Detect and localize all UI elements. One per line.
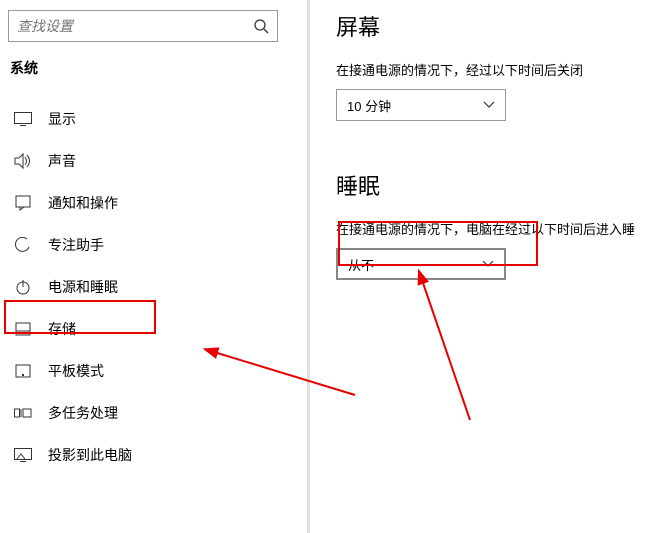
sidebar-item-display[interactable]: 显示 <box>0 98 307 140</box>
sidebar-heading: 系统 <box>10 58 38 78</box>
sleep-after-value: 从不 <box>348 255 374 274</box>
sleep-after-dropdown[interactable]: 从不 <box>336 248 506 280</box>
sidebar-item-label: 专注助手 <box>48 235 104 255</box>
notification-icon <box>12 192 34 214</box>
sidebar-item-power-sleep[interactable]: 电源和睡眠 <box>0 266 307 308</box>
nav-list: 显示 声音 通知和操作 专注助手 电源和睡眠 <box>0 98 307 476</box>
sidebar-item-tablet-mode[interactable]: 平板模式 <box>0 350 307 392</box>
chevron-down-icon <box>483 101 495 109</box>
focus-assist-icon <box>12 234 34 256</box>
tablet-icon <box>12 360 34 382</box>
search-input[interactable] <box>9 18 245 34</box>
sidebar-item-label: 显示 <box>48 109 76 129</box>
multitasking-icon <box>12 402 34 424</box>
sidebar-item-multitasking[interactable]: 多任务处理 <box>0 392 307 434</box>
chevron-down-icon <box>482 260 494 268</box>
storage-icon <box>12 318 34 340</box>
screen-off-value: 10 分钟 <box>347 96 391 115</box>
sidebar-item-storage[interactable]: 存储 <box>0 308 307 350</box>
sidebar-item-projecting[interactable]: 投影到此电脑 <box>0 434 307 476</box>
project-icon <box>12 444 34 466</box>
search-box[interactable] <box>8 10 278 42</box>
section-title-screen: 屏幕 <box>336 10 646 42</box>
search-icon <box>245 10 277 42</box>
screen-off-dropdown[interactable]: 10 分钟 <box>336 89 506 121</box>
sidebar: 系统 显示 声音 通知和操作 专注助手 <box>0 0 310 533</box>
sidebar-item-notifications[interactable]: 通知和操作 <box>0 182 307 224</box>
power-icon <box>12 276 34 298</box>
sidebar-item-label: 平板模式 <box>48 361 104 381</box>
sound-icon <box>12 150 34 172</box>
sidebar-item-label: 存储 <box>48 319 76 339</box>
section-title-sleep: 睡眠 <box>336 169 646 201</box>
sidebar-item-focus-assist[interactable]: 专注助手 <box>0 224 307 266</box>
display-icon <box>12 108 34 130</box>
sidebar-item-label: 通知和操作 <box>48 193 118 213</box>
sidebar-item-label: 声音 <box>48 151 76 171</box>
content-area: 屏幕 在接通电源的情况下，经过以下时间后关闭 10 分钟 睡眠 在接通电源的情况… <box>336 10 646 280</box>
sidebar-item-sound[interactable]: 声音 <box>0 140 307 182</box>
section-sleep: 睡眠 在接通电源的情况下，电脑在经过以下时间后进入睡 从不 <box>336 169 646 280</box>
sidebar-item-label: 电源和睡眠 <box>48 277 118 297</box>
section-screen: 屏幕 在接通电源的情况下，经过以下时间后关闭 10 分钟 <box>336 10 646 121</box>
sidebar-item-label: 多任务处理 <box>48 403 118 423</box>
sidebar-item-label: 投影到此电脑 <box>48 445 132 465</box>
screen-off-label: 在接通电源的情况下，经过以下时间后关闭 <box>336 60 646 79</box>
sleep-after-label: 在接通电源的情况下，电脑在经过以下时间后进入睡 <box>336 219 646 238</box>
